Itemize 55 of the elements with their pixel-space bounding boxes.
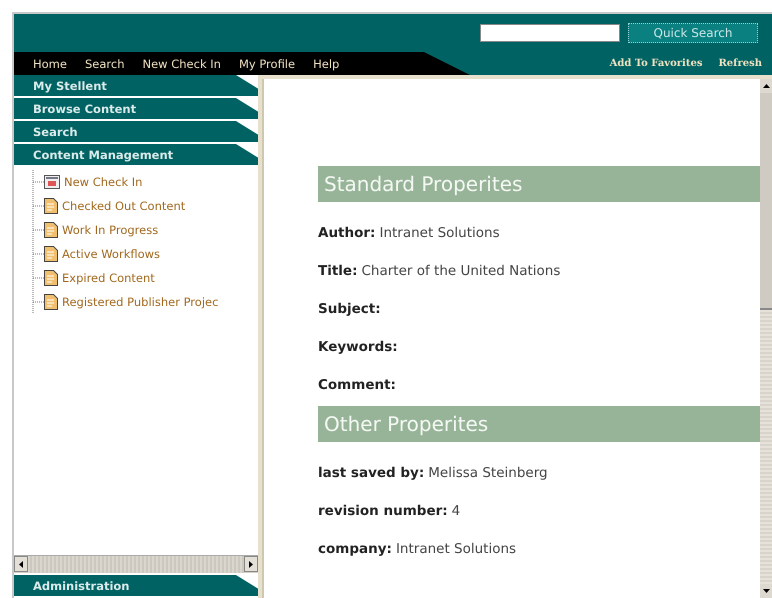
nav-link[interactable]: Search [76, 56, 134, 70]
sidebar-section-header[interactable]: Browse Content [14, 98, 258, 119]
tree-connector-line [32, 290, 44, 314]
field-label: Title: [318, 263, 358, 279]
left-arrow-icon [19, 560, 23, 568]
down-arrow-icon [762, 589, 770, 593]
field-value: Melissa Steinberg [428, 465, 548, 481]
tree-connector-line [32, 242, 44, 266]
document-icon [44, 294, 58, 310]
document-icon [44, 270, 58, 286]
field-label: last saved by: [318, 465, 424, 481]
nav-link[interactable]: Help [304, 56, 348, 70]
search-field[interactable] [480, 24, 620, 42]
field-label: Author: [318, 225, 376, 241]
field-label: company: [318, 541, 392, 557]
tree-connector-line [32, 266, 44, 290]
document-icon [44, 246, 58, 262]
right-arrow-icon [249, 560, 253, 568]
scroll-left-button[interactable] [14, 556, 28, 572]
nav-link[interactable]: My Profile [230, 56, 304, 70]
field-value: Charter of the United Nations [361, 263, 560, 279]
field-value: Intranet Solutions [396, 541, 516, 557]
sidebar-section-header[interactable]: Search [14, 121, 258, 142]
section-heading: Standard Properites [318, 166, 760, 202]
nav-link[interactable]: Home [24, 56, 76, 70]
field-label: revision number: [318, 503, 448, 519]
document-icon [44, 198, 58, 214]
tree-item[interactable]: Expired Content [62, 271, 155, 285]
tree-connector-line [32, 218, 44, 242]
tree-connector-line [32, 194, 44, 218]
quick-search-button[interactable]: Quick Search [628, 23, 758, 43]
sidebar-section-header[interactable]: Content Management [14, 144, 258, 165]
up-arrow-icon [762, 84, 770, 88]
sidebar-section-header[interactable]: Administration [14, 575, 258, 596]
tree-connector-line [32, 170, 44, 194]
tree-item[interactable]: Registered Publisher Projec [62, 295, 218, 309]
scroll-right-button[interactable] [244, 556, 258, 572]
field-label: Subject: [318, 301, 381, 317]
nav-link[interactable]: New Check In [133, 56, 230, 70]
document-icon [44, 222, 58, 238]
form-icon [44, 175, 60, 189]
scroll-down-button[interactable] [760, 584, 772, 598]
sidebar-section-header[interactable]: My Stellent [14, 75, 258, 96]
section-heading: Other Properites [318, 406, 760, 442]
field-label: Keywords: [318, 339, 398, 355]
field-value: 4 [452, 503, 460, 519]
tree-item[interactable]: Checked Out Content [62, 199, 186, 213]
scroll-up-button[interactable] [760, 79, 772, 93]
top-link[interactable]: Refresh [718, 58, 762, 69]
field-value: Intranet Solutions [379, 225, 500, 241]
field-label: Comment: [318, 377, 396, 393]
tree-item[interactable]: New Check In [64, 175, 142, 189]
tree-item[interactable]: Work In Progress [62, 223, 158, 237]
tree-item[interactable]: Active Workflows [62, 247, 160, 261]
top-link[interactable]: Add To Favorites [610, 58, 702, 69]
